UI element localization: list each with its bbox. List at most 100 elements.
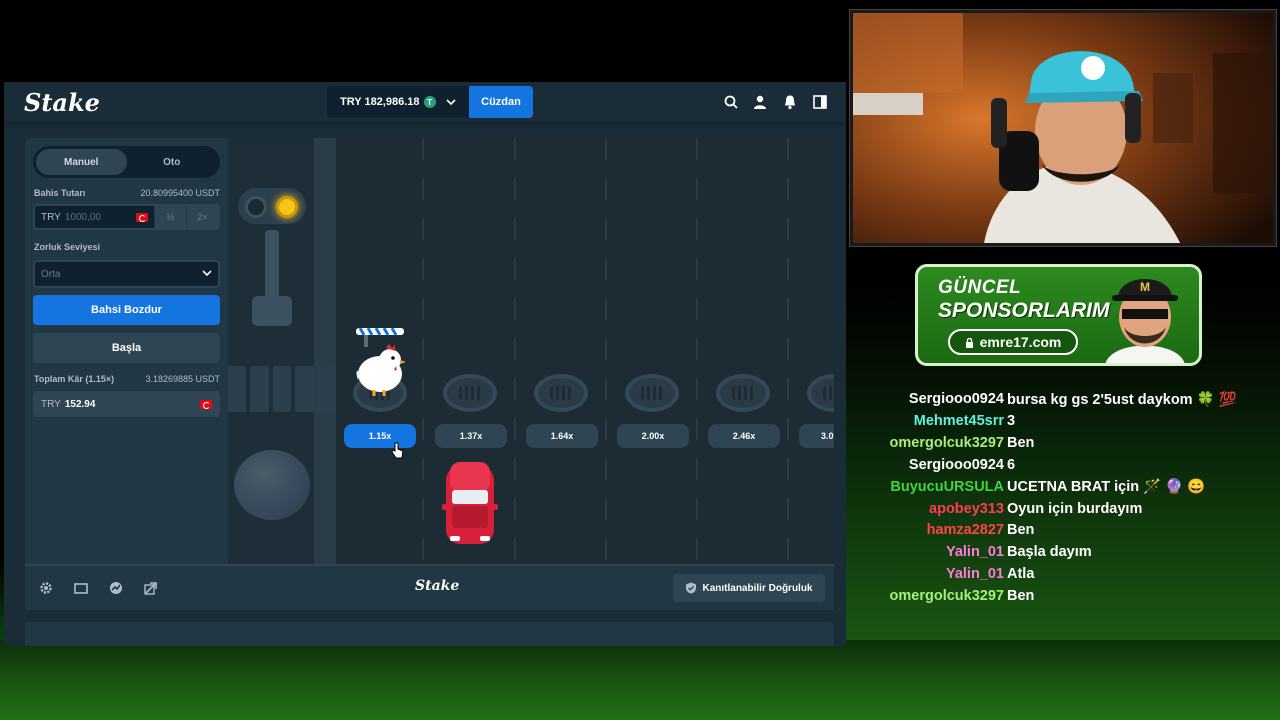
lane-line: [605, 138, 607, 564]
turkey-flag-icon: [200, 399, 212, 409]
tether-icon: T: [423, 96, 436, 108]
multiplier-lane-1[interactable]: 1.15x: [344, 424, 416, 448]
chicken-road-game[interactable]: 1.15x 1.37x 1.64x 2.00x 2.46x 3.0: [228, 138, 834, 564]
theatre-mode-icon[interactable]: [74, 581, 88, 595]
tab-auto[interactable]: Oto: [127, 149, 218, 175]
popout-icon[interactable]: [144, 581, 158, 595]
sponsor-url[interactable]: emre17.com: [948, 329, 1078, 355]
chat-text: Ben: [1007, 588, 1035, 605]
provably-fair-button[interactable]: Kanıtlanabilir Doğruluk: [673, 574, 825, 602]
chevron-down-icon: [444, 95, 458, 109]
search-icon[interactable]: [723, 94, 739, 110]
user-icon[interactable]: [752, 94, 768, 110]
chat-username: BuyucuURSULA: [890, 478, 1004, 495]
lock-icon: [965, 337, 973, 348]
lamp-off-icon: [245, 196, 267, 218]
chat-username: hamza2827: [926, 522, 1004, 539]
chat-username: Yalin_01: [945, 544, 1004, 561]
balance-selector[interactable]: TRY 182,986.18 T: [327, 86, 469, 118]
chat-message: omergolcuk3297 Ben: [862, 585, 1272, 607]
bet-amount-label: Bahis Tutarı: [34, 188, 86, 198]
stake-logo[interactable]: Stake: [24, 88, 100, 117]
chat-username: Mehmet45srr: [913, 412, 1004, 429]
chat-username: Sergiooo0924: [908, 391, 1004, 407]
sponsor-url-text: emre17.com: [979, 334, 1062, 350]
bet-amount-input[interactable]: TRY 1000,00 ½ 2×: [33, 204, 220, 230]
traffic-light: [238, 188, 306, 224]
sponsor-banner[interactable]: GÜNCEL SPONSORLARIM emre17.com M: [915, 264, 1202, 366]
cashout-button[interactable]: Bahsi Bozdur: [33, 295, 220, 325]
background-glow-bottom: [0, 640, 1280, 720]
difficulty-label: Zorluk Seviyesi: [34, 242, 101, 252]
chat-username: omergolcuk3297: [889, 588, 1004, 605]
car-icon: [442, 462, 498, 544]
chat-text: Atla: [1007, 566, 1035, 583]
road: [336, 138, 834, 564]
sponsor-title-line2: SPONSORLARIM: [938, 299, 1110, 322]
game-panel: Manuel Oto Bahis Tutarı 20.80995400 USDT…: [25, 138, 834, 564]
difficulty-label-row: Zorluk Seviyesi: [34, 242, 220, 252]
chat-message: BuyucuURSULA UCETNA BRAT için 🪄 🔮 😄: [862, 476, 1272, 498]
multiplier-lane-3[interactable]: 1.64x: [526, 424, 598, 448]
lamp-yellow-icon: [276, 196, 298, 218]
stats-icon[interactable]: [109, 581, 123, 595]
profit-usdt: 3.18269885 USDT: [145, 374, 220, 384]
chevron-down-icon: [202, 268, 212, 281]
bet-currency: TRY: [41, 211, 61, 223]
chat-text: bursa kg gs 2'5ust daykom 🍀 💯: [1007, 391, 1237, 408]
chat-text: 6: [1007, 456, 1016, 473]
sidebar-toggle-icon[interactable]: [812, 94, 828, 110]
chat-text: UCETNA BRAT için 🪄 🔮 😄: [1007, 479, 1206, 496]
bet-amount-value: 1000,00: [64, 211, 101, 223]
settings-gear-icon[interactable]: [39, 581, 53, 595]
lane-line: [514, 138, 516, 564]
bell-icon[interactable]: [782, 94, 798, 110]
chat-message: Sergiooo0924 6: [862, 454, 1272, 476]
lane-line: [422, 138, 424, 564]
chat-username: apobey313: [929, 500, 1004, 517]
lower-panel: [25, 622, 834, 646]
start-button[interactable]: Başla: [33, 333, 220, 363]
chat-message: hamza2827 Ben: [862, 519, 1272, 541]
chat-message: Sergiooo0924 bursa kg gs 2'5ust daykom 🍀 …: [862, 388, 1272, 410]
traffic-light-base: [252, 296, 292, 326]
wallet-button[interactable]: Cüzdan: [469, 86, 533, 118]
mascot-icon: M: [1105, 279, 1185, 363]
multiplier-lane-2[interactable]: 1.37x: [435, 424, 507, 448]
difficulty-select[interactable]: Orta: [33, 260, 220, 288]
chat-username: Sergiooo0924: [908, 456, 1004, 473]
bet-amount-usdt: 20.80995400 USDT: [140, 188, 220, 198]
chat-text: Oyun için burdayım: [1007, 500, 1143, 517]
difficulty-value: Orta: [41, 268, 61, 280]
footer-stake-logo: Stake: [415, 578, 460, 594]
chat-overlay: Sergiooo0924 bursa kg gs 2'5ust daykom 🍀 …: [862, 388, 1272, 612]
profit-field: TRY 152.94: [33, 391, 220, 417]
chat-text: Ben: [1007, 434, 1035, 451]
sponsor-title-line1: GÜNCEL: [938, 277, 1022, 298]
chat-message: Mehmet45srr 3: [862, 410, 1272, 432]
multiplier-lane-5[interactable]: 2.46x: [708, 424, 780, 448]
webcam-feed: [849, 9, 1277, 247]
mode-tabs: Manuel Oto: [33, 146, 220, 178]
svg-text:M: M: [1140, 280, 1150, 294]
chat-text: 3: [1007, 412, 1016, 429]
double-bet-button[interactable]: 2×: [186, 206, 218, 228]
profit-currency: TRY: [41, 398, 61, 410]
bet-sidebar: Manuel Oto Bahis Tutarı 20.80995400 USDT…: [25, 138, 228, 564]
multiplier-lane-6[interactable]: 3.0: [799, 424, 834, 448]
game-footer: Stake Kanıtlanabilir Doğruluk: [25, 564, 834, 610]
shield-check-icon: [686, 582, 697, 594]
lane-line: [787, 138, 789, 564]
manhole-icon: [534, 374, 588, 412]
profit-label-row: Toplam Kâr (1.15×) 3.18269885 USDT: [34, 374, 220, 384]
chicken-icon: [356, 328, 406, 396]
lane-line: [696, 138, 698, 564]
bet-amount-field[interactable]: TRY 1000,00: [35, 206, 154, 228]
profit-label: Toplam Kâr (1.15×): [34, 374, 115, 384]
chat-message: omergolcuk3297 Ben: [862, 432, 1272, 454]
manhole-icon: [716, 374, 770, 412]
multiplier-lane-4[interactable]: 2.00x: [617, 424, 689, 448]
tab-manual[interactable]: Manuel: [36, 149, 127, 175]
profit-value: 152.94: [64, 398, 96, 410]
half-bet-button[interactable]: ½: [154, 206, 186, 228]
